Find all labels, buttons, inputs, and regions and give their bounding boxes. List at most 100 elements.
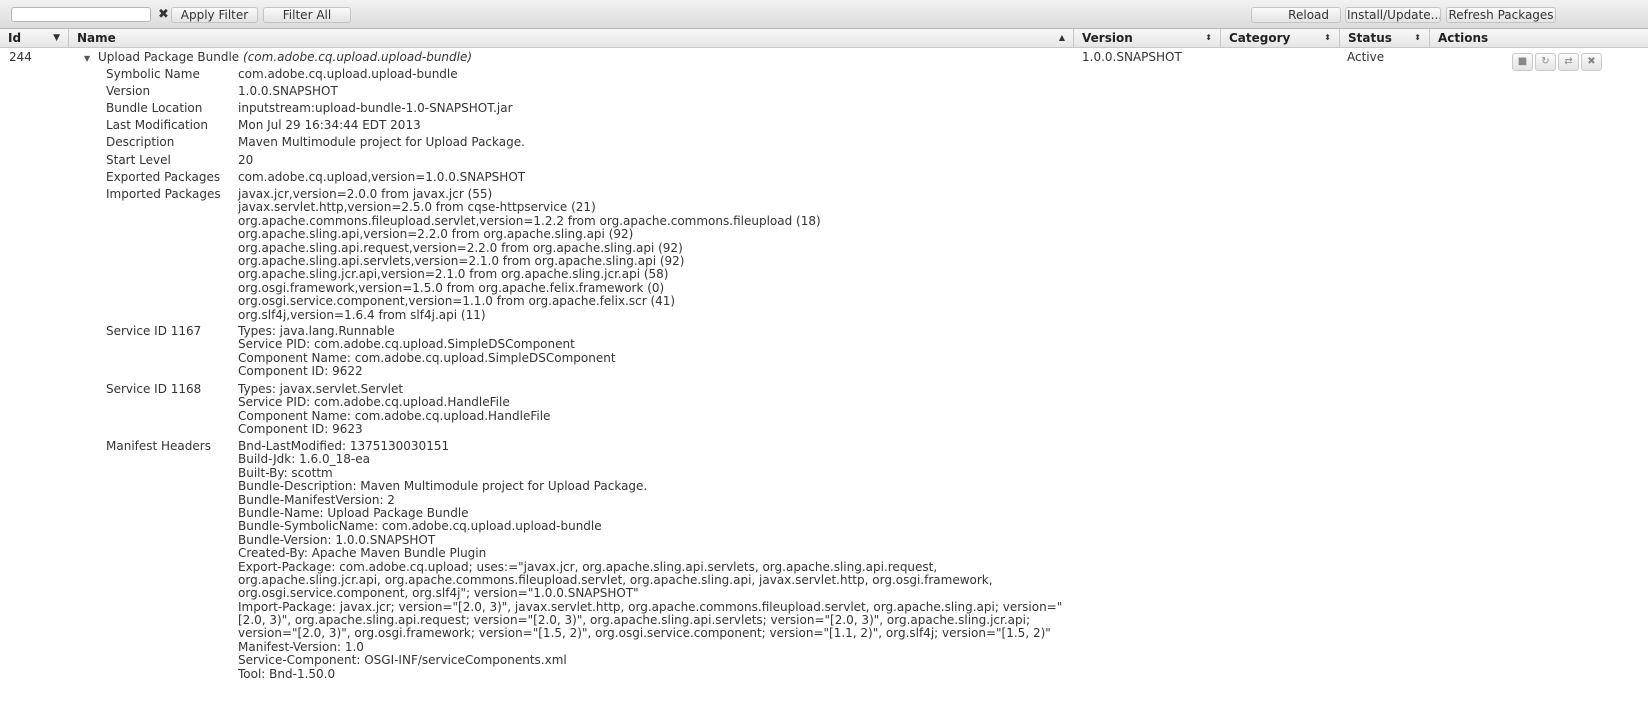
detail-value-line: Build-Jdk: 1.6.0_18-ea: [238, 452, 370, 467]
column-header-id-label: Id: [8, 31, 22, 45]
detail-value-line: Component Name: com.adobe.cq.upload.Simp…: [238, 350, 616, 365]
refresh-packages-button[interactable]: Refresh Packages: [1446, 7, 1556, 23]
detail-value-line: org.apache.sling.api.request,version=2.2…: [238, 240, 683, 255]
sort-icon: ⬍: [1324, 33, 1331, 42]
detail-value-line: Component Name: com.adobe.cq.upload.Hand…: [238, 408, 551, 423]
detail-value-line: org.osgi.framework,version=1.5.0 from or…: [238, 280, 665, 295]
column-header-status[interactable]: Status ⬍: [1339, 29, 1429, 47]
reload-button[interactable]: Reload: [1251, 7, 1341, 23]
sort-icon: ⬍: [1205, 33, 1212, 42]
detail-value: com.adobe.cq.upload,version=1.0.0.SNAPSH…: [238, 170, 526, 184]
detail-value-line: 1.0.0.SNAPSHOT: [238, 84, 338, 98]
column-header-version-label: Version: [1082, 31, 1133, 45]
detail-value-line: Maven Multimodule project for Upload Pac…: [238, 135, 525, 149]
column-header-actions-label: Actions: [1438, 31, 1489, 45]
detail-value-line: Import-Package: javax.jcr; version="[2.0…: [238, 599, 1063, 614]
detail-value-line: Bnd-LastModified: 1375130030151: [238, 439, 450, 453]
detail-value-line: org.slf4j,version=1.6.4 from slf4j.api (…: [238, 307, 486, 322]
collapse-icon[interactable]: ▼: [84, 55, 90, 63]
refresh-icon: ↻: [1541, 56, 1550, 67]
detail-label: Version: [106, 84, 151, 98]
detail-label: Service ID 1168: [106, 382, 202, 396]
detail-value: Mon Jul 29 16:34:44 EDT 2013: [238, 118, 421, 132]
column-header-status-label: Status: [1348, 31, 1392, 45]
detail-label: Symbolic Name: [106, 67, 200, 81]
detail-value-line: org.apache.sling.jcr.api, org.apache.com…: [238, 572, 993, 587]
detail-value-line: Types: javax.servlet.Servlet: [238, 382, 404, 396]
detail-label: Manifest Headers: [106, 439, 211, 453]
detail-label: Service ID 1167: [106, 324, 202, 338]
sort-desc-icon: ▼: [53, 33, 60, 43]
detail-value-line: org.apache.sling.jcr.api,version=2.1.0 f…: [238, 267, 669, 282]
bundle-version: 1.0.0.SNAPSHOT: [1082, 50, 1182, 64]
filter-all-button[interactable]: Filter All: [263, 7, 351, 23]
column-header-name-label: Name: [77, 31, 116, 45]
detail-value: 20: [238, 153, 254, 167]
close-icon[interactable]: ✖: [158, 7, 169, 23]
detail-value: Maven Multimodule project for Upload Pac…: [238, 135, 525, 149]
column-header-category-label: Category: [1229, 31, 1291, 45]
bundle-id: 244: [9, 50, 32, 64]
detail-value-line: Created-By: Apache Maven Bundle Plugin: [238, 546, 487, 561]
stop-icon: ■: [1517, 56, 1528, 67]
detail-value-line: [2.0, 3)", org.apache.sling.api.request;…: [238, 613, 1030, 628]
detail-value-line: Bundle-Name: Upload Package Bundle: [238, 505, 469, 520]
detail-value-line: Service PID: com.adobe.cq.upload.SimpleD…: [238, 337, 575, 352]
detail-value: Bnd-LastModified: 1375130030151 Build-Jdk…: [238, 439, 1063, 681]
detail-value-line: org.apache.commons.fileupload.servlet,ve…: [238, 213, 821, 228]
detail-value-line: Service PID: com.adobe.cq.upload.HandleF…: [238, 395, 510, 410]
update-button[interactable]: ⇄: [1558, 53, 1579, 71]
detail-label: Bundle Location: [106, 101, 203, 115]
apply-filter-button[interactable]: Apply Filter: [171, 7, 258, 23]
detail-value-line: version="[2.0, 3)", org.osgi.framework; …: [238, 626, 1051, 641]
install-update-button[interactable]: Install/Update...: [1345, 7, 1441, 23]
detail-value-line: org.osgi.service.component, org.slf4j"; …: [238, 586, 639, 601]
table-row: 244 ▼ Upload Package Bundle (com.adobe.c…: [0, 48, 1648, 713]
table-header: Id ▼ Name ▲ Version ⬍ Category ⬍ Status …: [0, 29, 1648, 48]
detail-value-line: Types: java.lang.Runnable: [238, 324, 395, 338]
detail-value-line: Bundle-ManifestVersion: 2: [238, 492, 395, 507]
detail-value-line: com.adobe.cq.upload,version=1.0.0.SNAPSH…: [238, 170, 526, 184]
bundle-name[interactable]: Upload Package Bundle (com.adobe.cq.uplo…: [98, 50, 472, 64]
refresh-button[interactable]: ↻: [1535, 53, 1556, 71]
detail-value-line: org.apache.sling.api,version=2.2.0 from …: [238, 227, 634, 242]
detail-label: Imported Packages: [106, 187, 221, 201]
filter-input[interactable]: [11, 7, 151, 22]
uninstall-button[interactable]: ✖: [1581, 53, 1602, 71]
sort-icon: ⬍: [1414, 33, 1421, 42]
detail-value-line: Manifest-Version: 1.0: [238, 639, 364, 654]
detail-value-line: Bundle-Description: Maven Multimodule pr…: [238, 479, 648, 494]
trash-icon: ✖: [1587, 56, 1596, 67]
detail-label: Description: [106, 135, 175, 149]
detail-value-line: Service-Component: OSGI-INF/serviceCompo…: [238, 653, 567, 668]
detail-value-line: 20: [238, 153, 254, 167]
detail-value: inputstream:upload-bundle-1.0-SNAPSHOT.j…: [238, 101, 513, 115]
detail-value-line: javax.jcr,version=2.0.0 from javax.jcr (…: [238, 187, 493, 201]
detail-value: com.adobe.cq.upload.upload-bundle: [238, 67, 458, 81]
detail-value-line: Mon Jul 29 16:34:44 EDT 2013: [238, 118, 421, 132]
bundle-status: Active: [1347, 50, 1385, 64]
column-header-name[interactable]: Name ▲: [68, 29, 1073, 47]
column-header-id[interactable]: Id ▼: [0, 29, 68, 47]
detail-value: 1.0.0.SNAPSHOT: [238, 84, 338, 98]
detail-value-line: Tool: Bnd-1.50.0: [238, 666, 336, 681]
detail-value-line: Export-Package: com.adobe.cq.upload; use…: [238, 559, 938, 574]
detail-value-line: com.adobe.cq.upload.upload-bundle: [238, 67, 458, 81]
detail-value-line: javax.servlet.http,version=2.5.0 from cq…: [238, 200, 596, 215]
stop-button[interactable]: ■: [1512, 53, 1533, 71]
column-header-version[interactable]: Version ⬍: [1073, 29, 1220, 47]
update-icon: ⇄: [1564, 56, 1573, 67]
bundle-symbolic-name: (com.adobe.cq.upload.upload-bundle): [243, 50, 473, 64]
bundle-name-label: Upload Package Bundle: [98, 50, 240, 64]
detail-value-line: Built-By: scottm: [238, 465, 333, 480]
detail-value-line: org.apache.sling.api.servlets,version=2.…: [238, 253, 685, 268]
column-header-category[interactable]: Category ⬍: [1220, 29, 1339, 47]
detail-value-line: Bundle-Version: 1.0.0.SNAPSHOT: [238, 532, 436, 547]
detail-label: Last Modification: [106, 118, 208, 132]
detail-value-line: Component ID: 9622: [238, 364, 363, 379]
detail-value-line: Bundle-SymbolicName: com.adobe.cq.upload…: [238, 519, 602, 534]
filter-toolbar: ✖ Apply Filter Filter All Reload Install…: [0, 0, 1648, 29]
detail-label: Start Level: [106, 153, 171, 167]
detail-value: javax.jcr,version=2.0.0 from javax.jcr (…: [238, 187, 821, 322]
sort-icon: ▲: [1058, 33, 1065, 42]
